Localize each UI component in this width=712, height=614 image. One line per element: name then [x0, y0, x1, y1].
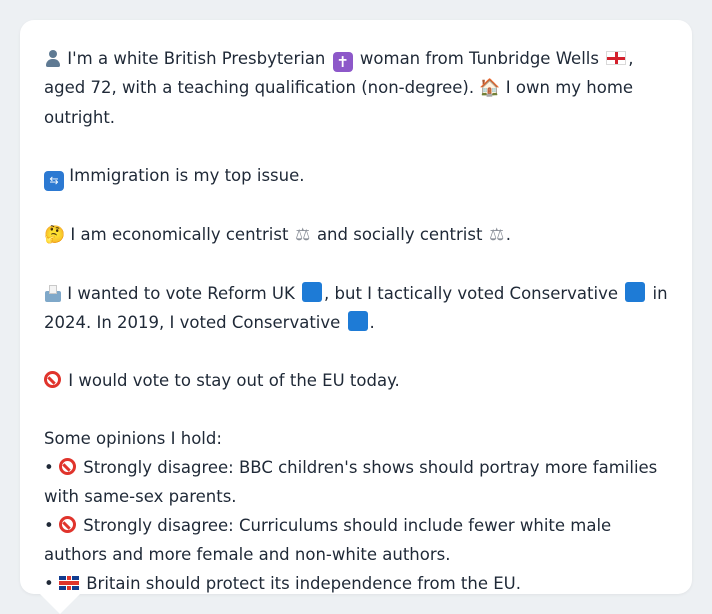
opinion-item: • Strongly disagree: BBC children's show… [44, 458, 658, 506]
thinking-face-icon: 🤔 [44, 225, 66, 245]
balance-scale-icon: ⚖ [295, 225, 311, 245]
prohibited-icon [44, 371, 61, 388]
vote-text-d: . [369, 313, 375, 332]
persona-card: I'm a white British Presbyterian ✝ woman… [20, 20, 692, 594]
persona-intro: I'm a white British Presbyterian ✝ woman… [44, 44, 668, 132]
blue-square-icon [347, 311, 368, 331]
uk-flag-icon [58, 576, 79, 590]
person-icon [44, 49, 62, 67]
opinions-heading: Some opinions I hold: [44, 429, 222, 448]
speech-bubble-tail [38, 592, 82, 614]
england-flag-icon [606, 51, 627, 65]
opinion-text: Britain should protect its independence … [86, 574, 522, 593]
opinion-text: Strongly disagree: Curriculums should in… [44, 516, 612, 564]
prohibited-icon [58, 458, 76, 475]
prohibited-icon [58, 516, 76, 533]
blue-square-icon [302, 282, 323, 302]
vote-text-a: I wanted to vote Reform UK [67, 284, 295, 303]
balance-scale-icon: ⚖ [489, 225, 505, 245]
voting-history: I wanted to vote Reform UK , but I tacti… [44, 279, 668, 337]
eu-stance-text: I would vote to stay out of the EU today… [68, 371, 400, 390]
intro-text-b: woman from Tunbridge Wells [359, 49, 599, 68]
political-position: 🤔 I am economically centrist ⚖ and socia… [44, 220, 668, 250]
economics-text-c: . [505, 225, 511, 244]
top-issue: ⇆ Immigration is my top issue. [44, 161, 668, 191]
intro-text-a: I'm a white British Presbyterian [67, 49, 326, 68]
ballot-box-icon [44, 284, 62, 302]
eu-stance: I would vote to stay out of the EU today… [44, 366, 668, 395]
economics-text-a: I am economically centrist [70, 225, 289, 244]
house-icon: 🏠 [479, 78, 501, 98]
immigration-icon: ⇆ [44, 171, 64, 191]
latin-cross-icon: ✝ [332, 52, 353, 72]
top-issue-text: Immigration is my top issue. [69, 166, 305, 185]
opinion-item: • Strongly disagree: Curriculums should … [44, 516, 612, 564]
economics-text-b: and socially centrist [316, 225, 483, 244]
opinion-text: Strongly disagree: BBC children's shows … [44, 458, 658, 506]
blue-square-icon [625, 282, 646, 302]
vote-text-b: , but I tactically voted Conservative [324, 284, 619, 303]
opinion-item: • Britain should protect its independenc… [44, 574, 522, 593]
